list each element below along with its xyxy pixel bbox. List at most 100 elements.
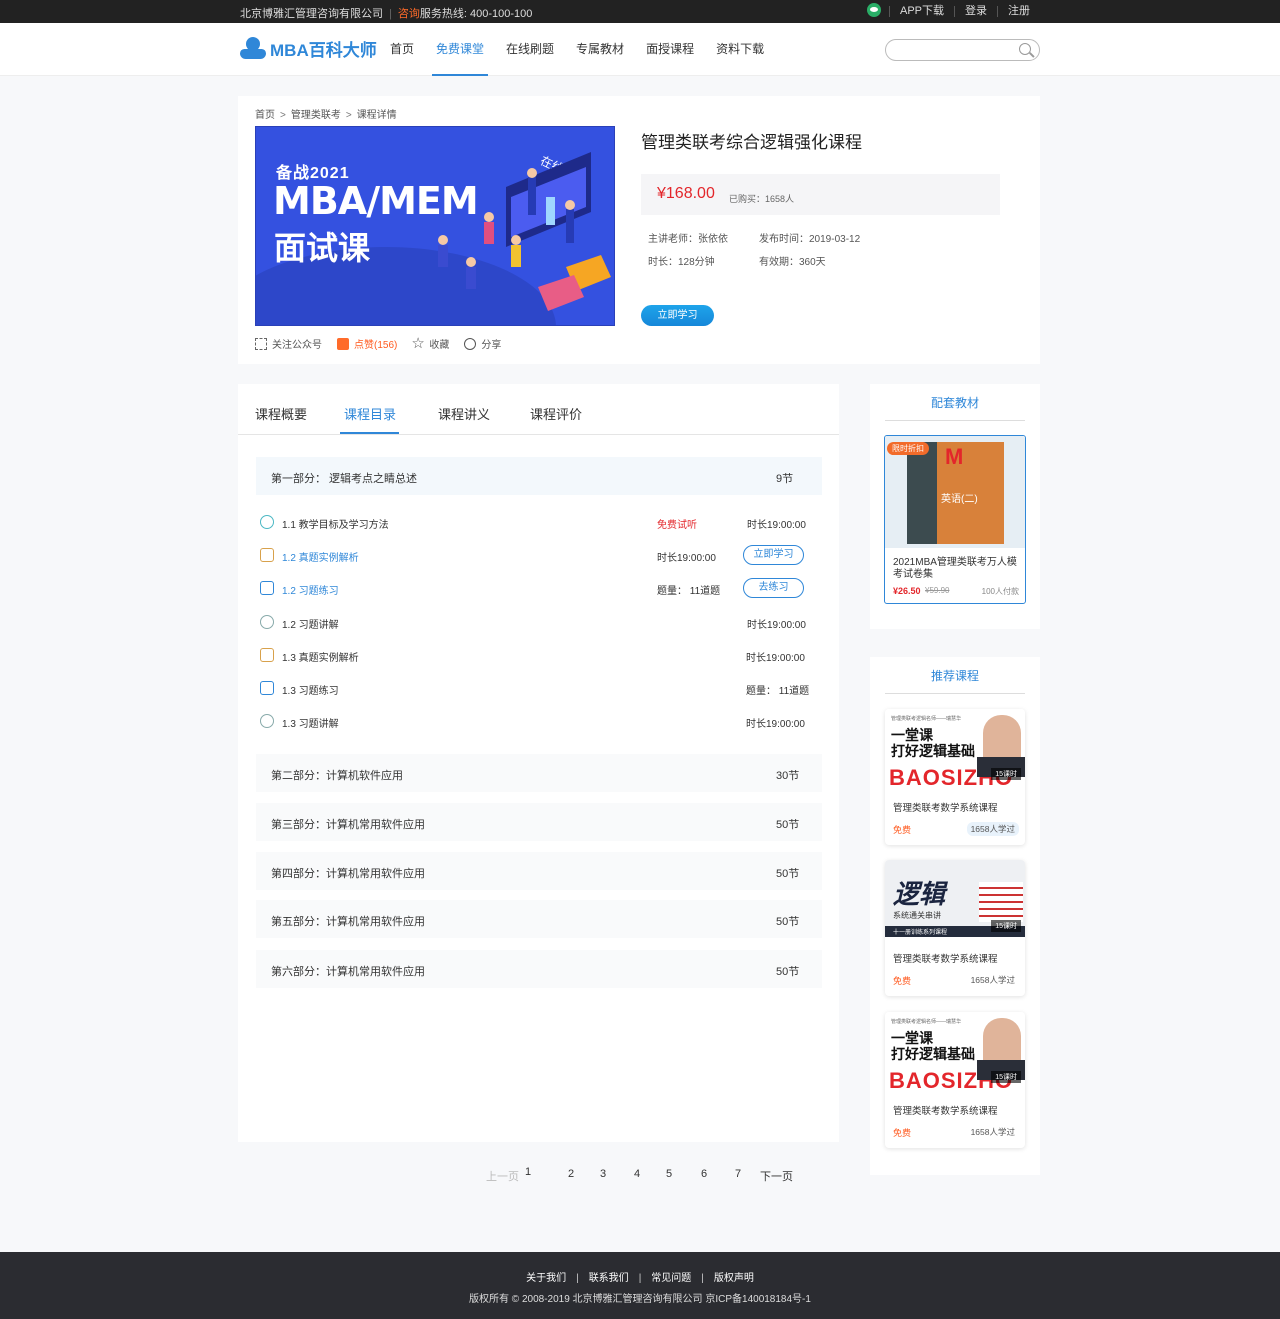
learner-count: 1658人学过 [970, 975, 1015, 985]
register-link[interactable]: 注册 [997, 5, 1040, 17]
tab-handouts[interactable]: 课程讲义 [438, 404, 490, 423]
company-info: 北京博雅汇管理咨询有限公司 | 咨询服务热线: 400-100-100 [240, 8, 533, 20]
free-label: 免费 [893, 825, 912, 835]
nav-textbooks[interactable]: 专属教材 [576, 23, 624, 76]
page-1[interactable]: 1 [525, 1166, 531, 1178]
search-input[interactable] [896, 40, 1016, 60]
footer-copyright-link[interactable]: 版权声明 [714, 1273, 754, 1284]
classroom-illustration [438, 152, 611, 311]
consult-label: 咨询 [397, 8, 420, 20]
app-download-link[interactable]: APP下载 [888, 5, 954, 17]
thumb-bar-text: 十一册训练系列课程 [893, 930, 948, 936]
footer-about-link[interactable]: 关于我们 [526, 1273, 566, 1284]
recommend-card[interactable]: 管理类联考逻辑名师——瑞慧华 一堂课 打好逻辑基础 BAOSIZHO 15课时 管… [885, 1012, 1025, 1148]
nav-free-class[interactable]: 免费课堂 [432, 23, 489, 76]
catalog-section[interactable]: 第六部分：计算机常用软件应用 50节 [256, 950, 822, 988]
tab-overview[interactable]: 课程概要 [255, 404, 307, 423]
thumb-up-icon [337, 337, 349, 350]
lesson-name: 1.3 习题讲解 [282, 719, 339, 730]
page-7[interactable]: 7 [735, 1168, 741, 1180]
lesson-row[interactable]: 1.3 习题讲解 时长19:00:00 [260, 712, 820, 732]
course-info-card: 首页>管理类联考>课程详情 备战2021 MBA/MEM 面试课 在线教育 [238, 96, 1040, 364]
exercise-icon [260, 681, 274, 695]
share-label: 分享 [481, 340, 502, 351]
catalog-section[interactable]: 第一部分： 逻辑考点之睛总述 9节 [256, 457, 822, 495]
breadcrumb-category[interactable]: 管理类联考 [291, 110, 341, 121]
page-3[interactable]: 3 [600, 1168, 606, 1180]
like-action[interactable]: 点赞(156) [337, 336, 397, 351]
tab-reviews[interactable]: 课程评价 [530, 404, 582, 423]
course-title: 管理类联考综合逻辑强化课程 [641, 133, 862, 152]
footer-faq-link[interactable]: 常见问题 [651, 1273, 691, 1284]
book-icon [260, 548, 274, 562]
recommend-card[interactable]: 管理类联考逻辑名师——瑞慧华 一堂课 打好逻辑基础 BAOSIZHO 15课时 管… [885, 709, 1025, 845]
learner-count: 1658人学过 [966, 822, 1019, 836]
course-banner: 备战2021 MBA/MEM 面试课 在线教育 [255, 126, 615, 326]
exercise-icon [260, 581, 274, 595]
catalog-section[interactable]: 第三部分：计算机常用软件应用 50节 [256, 803, 822, 841]
nav-face-courses[interactable]: 面授课程 [646, 23, 694, 76]
footer-contact-link[interactable]: 联系我们 [589, 1273, 629, 1284]
lesson-row[interactable]: 1.2 习题讲解 时长19:00:00 [260, 613, 820, 633]
catalog-section[interactable]: 第二部分：计算机软件应用 30节 [256, 754, 822, 792]
lesson-meta: 时长19:00:00 [746, 653, 805, 664]
learner-count: 1658人学过 [970, 1127, 1015, 1137]
prev-page-button[interactable]: 上一页 [486, 1168, 519, 1184]
follow-action[interactable]: 关注公众号 [255, 336, 322, 351]
practice-button[interactable]: 去练习 [743, 578, 804, 598]
top-links: APP下载 登录 注册 [866, 3, 1040, 17]
search-box [885, 39, 1040, 61]
recommend-card[interactable]: 逻辑 系统通关串讲 十一册训练系列课程 15课时 管理类联考数学系统课程 免费 … [885, 860, 1025, 996]
material-card[interactable]: M 英语(二) 限时折扣 2021MBA管理类联考万人模考试卷集 ¥26.50 ¥… [884, 435, 1026, 604]
page-4[interactable]: 4 [634, 1168, 640, 1180]
next-page-button[interactable]: 下一页 [760, 1168, 793, 1184]
lesson-meta: 题量： 11道题 [657, 586, 721, 597]
book-subtitle: 英语(二) [941, 494, 978, 505]
banner-subtitle: 面试课 [274, 230, 371, 266]
breadcrumb: 首页 > 管理类联考 > 课程详情 [255, 110, 397, 121]
hotline-label: 服务热线: [419, 8, 467, 20]
top-bar: 北京博雅汇管理咨询有限公司 | 咨询服务热线: 400-100-100 APP下载 … [0, 0, 1280, 23]
site-logo[interactable]: MBA百科大师 [240, 35, 377, 61]
thumb-caption: 管理类联考逻辑名师——瑞慧华 [891, 716, 962, 722]
lesson-study-button[interactable]: 立即学习 [743, 545, 804, 565]
lesson-row[interactable]: 1.2 习题练习 题量： 11道题 去练习 [260, 578, 820, 599]
breadcrumb-home[interactable]: 首页 [255, 110, 275, 121]
like-label: 点赞(156) [354, 340, 398, 351]
page-2[interactable]: 2 [568, 1168, 574, 1180]
lesson-row[interactable]: 1.2 真题实例解析 时长19:00:00 立即学习 [260, 545, 820, 566]
material-panel-title: 配套教材 [885, 394, 1025, 421]
lightbulb-icon [260, 714, 274, 728]
material-panel: 配套教材 M 英语(二) 限时折扣 2021MBA管理类联考万人模考试卷集 ¥26… [870, 384, 1040, 629]
nav-online-practice[interactable]: 在线刷题 [506, 23, 554, 76]
nav-home[interactable]: 首页 [390, 23, 414, 76]
search-icon[interactable] [1019, 43, 1031, 55]
recommend-course-name: 管理类联考数学系统课程 [893, 954, 998, 965]
catalog-section[interactable]: 第五部分：计算机常用软件应用 50节 [256, 900, 822, 938]
course-publish-date: 发布时间：2019-03-12 [759, 234, 861, 245]
course-catalog: 课程概要 课程目录 课程讲义 课程评价 第一部分： 逻辑考点之睛总述 9节 1.… [238, 384, 839, 1142]
lesson-row[interactable]: 1.1 教学目标及学习方法 免费试听 时长19:00:00 [260, 513, 820, 533]
page-6[interactable]: 6 [701, 1168, 707, 1180]
free-label: 免费 [893, 1128, 912, 1138]
start-study-button[interactable]: 立即学习 [641, 305, 714, 326]
headphones-icon [260, 515, 274, 529]
tab-catalog[interactable]: 课程目录 [344, 404, 396, 423]
share-action[interactable]: 分享 [464, 336, 501, 351]
login-link[interactable]: 登录 [954, 5, 997, 17]
section-title: 第一部分： 逻辑考点之睛总述 [271, 473, 418, 485]
nav-downloads[interactable]: 资料下载 [716, 23, 764, 76]
main-nav: 首页 免费课堂 在线刷题 专属教材 面授课程 资料下载 [390, 23, 786, 76]
catalog-section[interactable]: 第四部分：计算机常用软件应用 50节 [256, 852, 822, 890]
material-buyers: 100人付款 [981, 587, 1019, 596]
favorite-action[interactable]: 收藏 [411, 334, 449, 352]
lesson-row[interactable]: 1.3 习题练习 题量： 11道题 [260, 679, 820, 699]
course-duration: 时长：128分钟 [648, 257, 715, 268]
wechat-icon[interactable] [866, 3, 881, 17]
page-5[interactable]: 5 [666, 1168, 672, 1180]
scan-icon [255, 337, 267, 350]
book-cover-image: M 英语(二) 限时折扣 [885, 436, 1025, 548]
lightbulb-icon [260, 615, 274, 629]
lesson-row[interactable]: 1.3 真题实例解析 时长19:00:00 [260, 646, 820, 666]
logo-icon [240, 35, 266, 61]
